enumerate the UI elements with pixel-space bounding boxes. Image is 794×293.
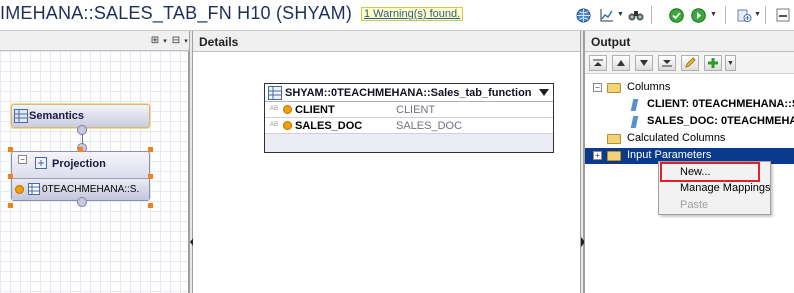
chevron-down-icon[interactable]: ▼ — [710, 11, 717, 18]
field-name: CLIENT — [295, 104, 335, 116]
tree-column-item[interactable]: CLIENT: 0TEACHMEHANA::S — [647, 98, 794, 110]
field-alias: CLIENT — [396, 104, 436, 116]
move-bottom-button[interactable] — [658, 55, 676, 71]
edit-button[interactable] — [681, 55, 699, 71]
resize-handle[interactable] — [148, 203, 153, 208]
details-header: Details — [193, 31, 580, 52]
semantics-icon — [14, 109, 28, 123]
projection-label: Projection — [52, 158, 106, 170]
text-type-icon: AB — [270, 106, 279, 112]
projection-source-label: 0TEACHMEHANA::S. — [42, 184, 140, 195]
chart-icon[interactable] — [598, 7, 614, 23]
warning-link[interactable]: 1 Warning(s) found. — [361, 7, 464, 21]
tools-icon[interactable] — [736, 7, 752, 23]
move-down-button[interactable] — [635, 55, 653, 71]
add-button[interactable] — [704, 55, 722, 71]
output-toolbar: ▼ — [585, 52, 794, 74]
toolbar-separator — [651, 6, 652, 24]
table-icon — [28, 183, 40, 195]
tree-calculated-columns[interactable]: Calculated Columns — [627, 132, 725, 144]
source-dot-icon — [15, 185, 24, 194]
field-dot-icon — [283, 105, 292, 114]
tree-columns[interactable]: Columns — [627, 81, 670, 93]
resize-handle[interactable] — [78, 147, 83, 152]
table-row[interactable]: AB SALES_DOC SALES_DOC — [265, 118, 553, 134]
chevron-down-icon[interactable]: ▼ — [617, 11, 624, 18]
chevron-down-icon[interactable] — [539, 89, 549, 96]
field-name: SALES_DOC — [295, 120, 363, 132]
move-up-button[interactable] — [612, 55, 630, 71]
highlight-box — [660, 162, 760, 182]
menu-item-manage-mappings[interactable]: Manage Mappings — [680, 182, 771, 194]
tree-column-item[interactable]: SALES_DOC: 0TEACHMEHAN — [647, 115, 794, 127]
resize-handle[interactable] — [148, 147, 153, 152]
resize-handle[interactable] — [8, 174, 13, 179]
column-icon — [630, 116, 639, 128]
folder-icon — [607, 83, 621, 93]
table-header: SHYAM::0TEACHMEHANA::Sales_tab_function — [265, 84, 553, 102]
output-header: Output — [585, 31, 794, 52]
folder-icon — [607, 134, 621, 144]
collapse-icon[interactable]: − — [593, 83, 602, 92]
folder-icon — [607, 151, 621, 161]
resize-handle[interactable] — [148, 174, 153, 179]
expand-icon[interactable]: + — [593, 151, 602, 160]
projection-input-port[interactable] — [77, 197, 87, 207]
page-title: IMEHANA::SALES_TAB_FN H10 (SHYAM) — [0, 3, 353, 23]
column-icon — [630, 99, 639, 111]
details-panel: Details SHYAM::0TEACHMEHANA::Sales_tab_f… — [193, 31, 580, 293]
projection-node[interactable]: − Projection 0TEACHMEHANA::S. — [11, 151, 150, 201]
field-alias: SALES_DOC — [396, 120, 463, 132]
resize-handle[interactable] — [8, 203, 13, 208]
globe-icon[interactable] — [575, 7, 591, 23]
data-source-table[interactable]: SHYAM::0TEACHMEHANA::Sales_tab_function … — [264, 83, 554, 153]
field-dot-icon — [283, 121, 292, 130]
projection-icon — [35, 157, 47, 169]
collapse-icon[interactable]: − — [18, 155, 27, 164]
toolbar-separator — [765, 6, 766, 24]
editor-title-bar: IMEHANA::SALES_TAB_FN H10 (SHYAM) 1 Warn… — [0, 0, 794, 31]
chevron-down-icon[interactable]: ▼ — [754, 11, 761, 18]
check-icon[interactable] — [668, 7, 684, 23]
resize-handle[interactable] — [8, 147, 13, 152]
text-type-icon: AB — [270, 122, 279, 128]
scenario-diagram-panel: ⊞ ▾ ⊟ ▾ Semantics − Projection 0TEACHMEH… — [0, 31, 189, 293]
move-top-button[interactable] — [589, 55, 607, 71]
binoculars-icon[interactable] — [628, 7, 644, 23]
table-title: SHYAM::0TEACHMEHANA::Sales_tab_function — [285, 87, 532, 99]
tree-input-parameters[interactable]: Input Parameters — [627, 149, 711, 161]
minimize-icon[interactable] — [775, 7, 791, 23]
table-row[interactable]: AB CLIENT CLIENT — [265, 102, 553, 118]
diagram-toolbar: ⊞ ▾ ⊟ ▾ — [0, 31, 189, 51]
run-icon[interactable] — [690, 7, 706, 23]
chevron-down-icon[interactable]: ▼ — [725, 55, 736, 71]
toolbar-separator — [725, 6, 726, 24]
table-icon — [268, 86, 282, 100]
menu-item-paste: Paste — [680, 199, 709, 211]
semantics-label: Semantics — [29, 110, 85, 122]
